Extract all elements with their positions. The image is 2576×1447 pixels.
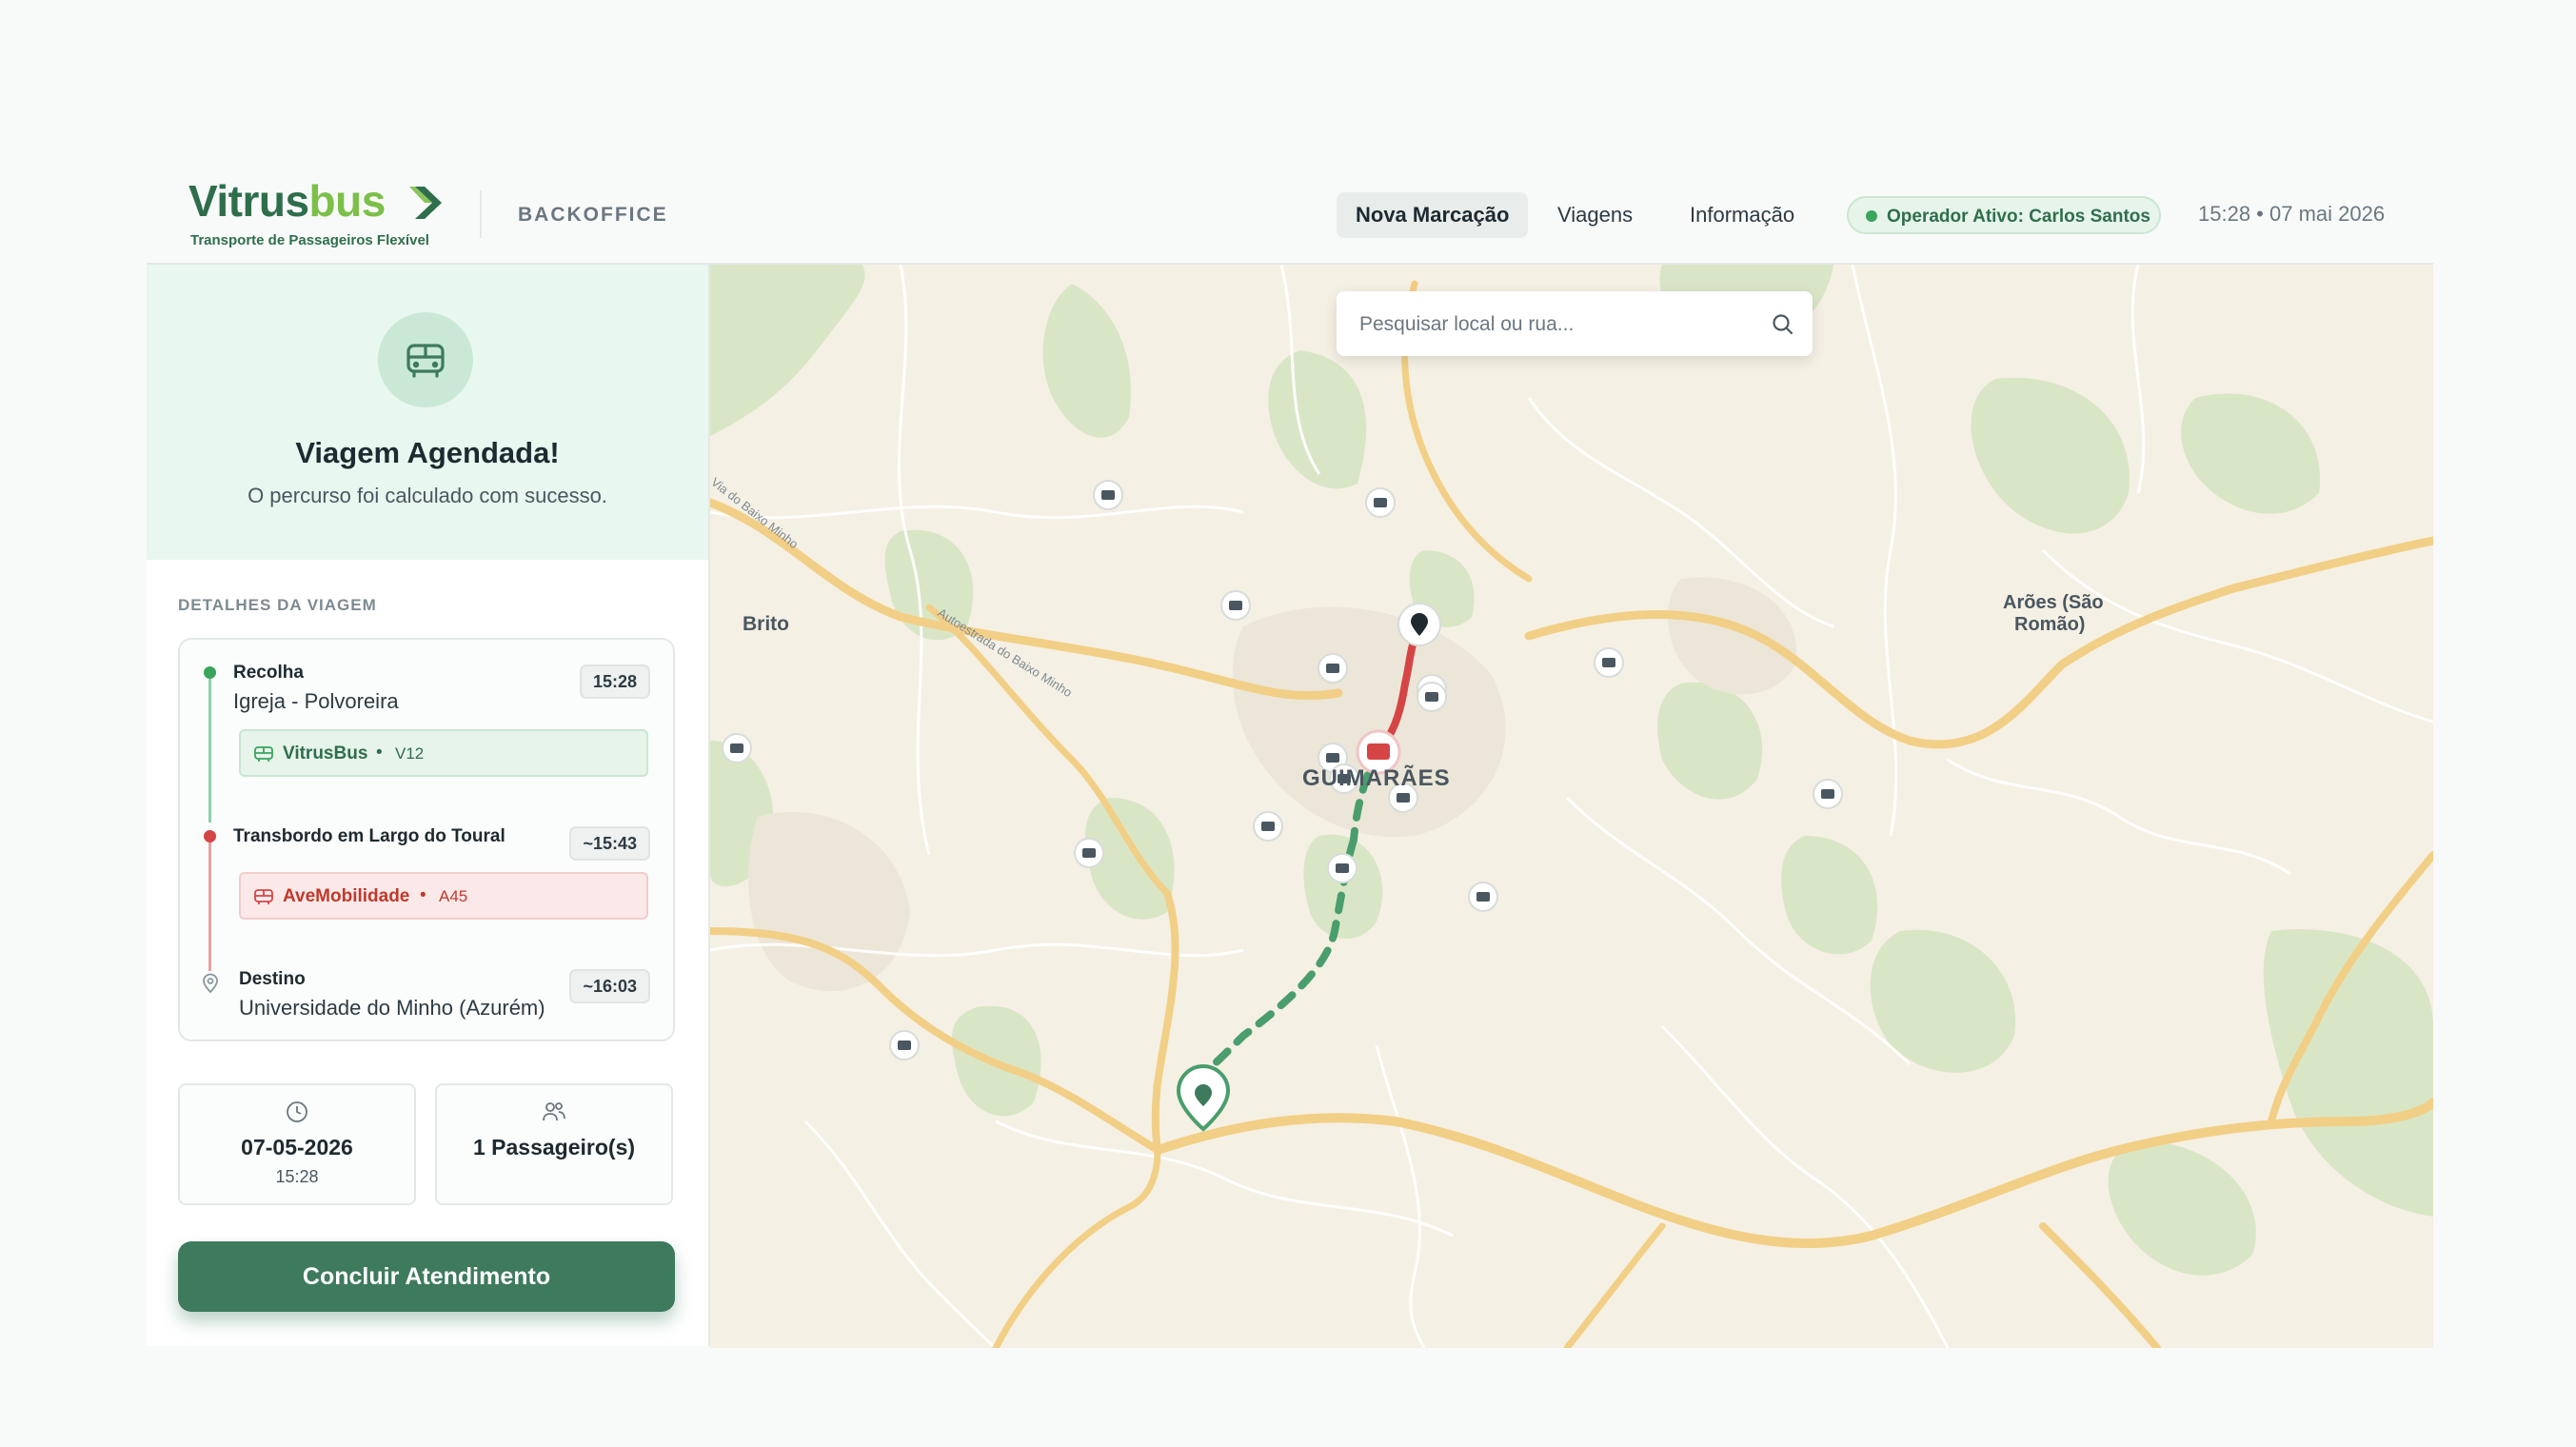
transfer-dot-icon [204, 830, 216, 842]
success-title: Viagem Agendada! [295, 436, 560, 469]
destination-pin-icon[interactable] [1397, 603, 1441, 646]
route-segment-line-red [208, 838, 211, 971]
trip-date: 07-05-2026 [241, 1135, 353, 1160]
chevron-right-icon [409, 187, 442, 219]
header-divider [480, 190, 482, 238]
operator-card-vitrusbus: VitrusBus • V12 [239, 729, 648, 777]
step-destination-title: Destino [239, 969, 306, 989]
map-search-input[interactable] [1357, 307, 1742, 343]
users-icon [543, 1102, 565, 1121]
operator-name: AveMobilidade [283, 886, 410, 906]
step-pickup-place: Igreja - Polvoreira [233, 689, 399, 713]
nav-nova-marcacao[interactable]: Nova Marcação [1337, 192, 1529, 238]
place-label-aroes-line1: Arões (São [2003, 592, 2104, 613]
trip-time: 15:28 [275, 1167, 319, 1186]
map-parks [710, 265, 2433, 1276]
operator-separator: • [376, 743, 383, 763]
clock-icon [287, 1101, 307, 1122]
place-label-brito: Brito [743, 613, 789, 635]
trip-steps-card: Recolha Igreja - Polvoreira 15:28 Vitrus… [178, 638, 675, 1041]
operator-card-avemobilidade: AveMobilidade • A45 [239, 872, 648, 920]
conclude-service-button[interactable]: Concluir Atendimento [178, 1241, 675, 1312]
bus-icon [254, 889, 273, 904]
trip-panel: Viagem Agendada! O percurso foi calculad… [147, 263, 710, 1346]
step-pickup-title: Recolha [233, 663, 304, 683]
brand-wordmark: Vitrusbus [188, 176, 386, 226]
current-datetime: 15:28 • 07 mai 2026 [2198, 202, 2386, 226]
brand-logo[interactable]: Vitrusbus Transporte de Passageiros Flex… [188, 176, 442, 248]
passengers-card: 1 Passageiro(s) [435, 1083, 673, 1205]
search-icon[interactable] [1771, 312, 1795, 337]
passenger-count: 1 Passageiro(s) [472, 1135, 636, 1160]
details-section-label: DETALHES DA VIAGEM [178, 596, 377, 614]
step-transfer-title: Transbordo em Largo do Toural [233, 826, 505, 846]
bus-icon [378, 312, 473, 407]
bus-icon [254, 746, 273, 762]
operator-separator: • [420, 885, 426, 905]
operator-line-code: A45 [439, 887, 468, 905]
step-destination-time: ~16:03 [569, 969, 650, 1003]
operator-status-text: Operador Ativo: Carlos Santos [1887, 207, 2150, 227]
step-destination-place: Universidade do Minho (Azurém) [239, 996, 545, 1020]
step-pickup-time: 15:28 [579, 664, 650, 699]
map-search-box [1337, 291, 1813, 356]
map-urban-areas [748, 577, 1797, 992]
place-label-aroes: Arões (São Romão) [2003, 592, 2104, 636]
place-label-aroes-line2: Romão) [2014, 614, 2086, 635]
section-title: BACKOFFICE [518, 204, 668, 226]
place-label-guimaraes: GUIMARÃES [1302, 765, 1451, 791]
road-label: Via do Baixo Minho [710, 475, 801, 552]
location-pin-icon [203, 973, 218, 994]
nav-viagens[interactable]: Viagens [1538, 192, 1652, 238]
operator-status-badge: Operador Ativo: Carlos Santos [1847, 196, 2161, 234]
brand-tagline: Transporte de Passageiros Flexível [190, 232, 429, 248]
route-segment-line-green [208, 672, 211, 823]
map-canvas[interactable]: Via do Baixo Minho Autoestrada do Baixo … [710, 265, 2433, 1348]
success-banner: Viagem Agendada! O percurso foi calculad… [147, 265, 708, 560]
nav-informacao[interactable]: Informação [1671, 192, 1813, 238]
step-transfer-time: ~15:43 [569, 826, 650, 861]
pickup-pin-icon[interactable] [1176, 1064, 1231, 1132]
success-subtitle: O percurso foi calculado com sucesso. [248, 484, 607, 507]
route-map[interactable]: Via do Baixo Minho Autoestrada do Baixo … [710, 263, 2433, 1348]
date-card: 07-05-2026 15:28 [178, 1083, 416, 1205]
operator-line-code: V12 [395, 744, 425, 763]
status-dot-icon [1866, 210, 1877, 222]
operator-name: VitrusBus [283, 743, 368, 763]
pickup-dot-icon [204, 666, 216, 679]
app-header: Vitrusbus Transporte de Passageiros Flex… [147, 169, 2431, 263]
